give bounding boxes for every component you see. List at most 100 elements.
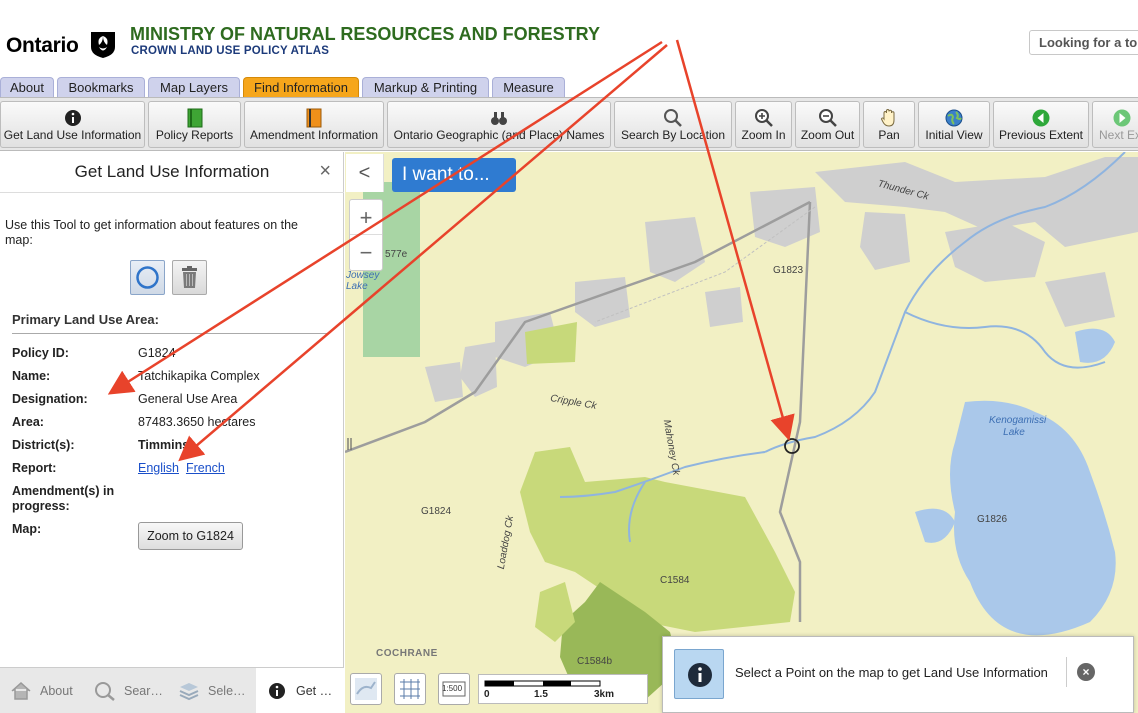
info-icon <box>674 649 724 699</box>
zoom-in-button[interactable]: Zoom In <box>735 101 792 148</box>
app-window: Ontario MINISTRY OF NATURAL RESOURCES AN… <box>0 0 1138 713</box>
district-value: Timmins <box>138 438 190 452</box>
map-view[interactable]: G1823 G1824 G1826 C1584 C1584b 577e Jows… <box>345 152 1138 713</box>
tab-markup-printing[interactable]: Markup & Printing <box>362 77 489 97</box>
zoom-out-button[interactable]: Zoom Out <box>795 101 860 148</box>
policy-id-value: G1824 <box>138 346 176 360</box>
tab-about[interactable]: About <box>0 77 54 97</box>
clear-button[interactable] <box>172 260 207 295</box>
overview-map-icon <box>355 678 377 700</box>
bottom-tab-get-info[interactable]: Get … <box>256 668 344 713</box>
panel-bottom-tabs: About Sear… Sele… Get … <box>0 667 344 713</box>
search-by-location-button[interactable]: Search By Location <box>614 101 732 148</box>
close-icon[interactable]: × <box>1077 663 1095 681</box>
trillium-icon <box>91 32 115 58</box>
designation-label: Designation: <box>12 392 88 406</box>
amendment-info-button[interactable]: Amendment Information <box>244 101 384 148</box>
area-label: Area: <box>12 415 44 429</box>
map-label-c1584: C1584 <box>660 575 690 586</box>
report-label: Report: <box>12 461 57 475</box>
side-panel: Get Land Use Information × Use this Tool… <box>0 152 344 713</box>
scale-bar-graphic <box>484 680 601 687</box>
atlas-subtitle: CROWN LAND USE POLICY ATLAS <box>131 45 330 57</box>
collapse-panel-button[interactable]: < <box>346 154 384 192</box>
map-label-g1823: G1823 <box>773 265 804 276</box>
ministry-title: MINISTRY OF NATURAL RESOURCES AND FOREST… <box>130 24 601 44</box>
book-icon <box>187 108 202 128</box>
tab-bookmarks[interactable]: Bookmarks <box>57 77 145 97</box>
initial-view-button[interactable]: Initial View <box>918 101 990 148</box>
scale-label-3km: 3km <box>594 689 615 700</box>
zoom-out-button-map[interactable]: − <box>350 235 382 270</box>
globe-icon <box>945 109 963 127</box>
report-links: English French <box>138 461 225 475</box>
tab-measure[interactable]: Measure <box>492 77 565 97</box>
zoom-to-policy-button[interactable]: Zoom to G1824 <box>138 522 243 550</box>
pan-button[interactable]: Pan <box>863 101 915 148</box>
info-icon <box>64 110 81 126</box>
overview-map-button[interactable] <box>350 673 382 705</box>
zoom-in-icon <box>754 109 773 127</box>
panel-resize-handle[interactable] <box>345 436 354 452</box>
policy-reports-button[interactable]: Policy Reports <box>148 101 241 148</box>
grip-icon <box>347 438 352 450</box>
next-extent-button[interactable]: Next Extent <box>1092 101 1138 148</box>
get-land-use-button[interactable]: Get Land Use Information <box>0 101 145 148</box>
tab-find-information[interactable]: Find Information <box>243 77 359 97</box>
ontario-logo-text[interactable]: Ontario <box>6 34 79 58</box>
bottom-tab-search[interactable]: Sear… <box>84 668 168 713</box>
district-label: District(s): <box>12 438 75 452</box>
book-orange-icon <box>306 108 322 128</box>
zoom-control: + − <box>349 199 383 271</box>
scale-label-0: 0 <box>484 689 490 700</box>
search-icon <box>664 109 682 127</box>
policy-id-label: Policy ID: <box>12 346 69 360</box>
circle-icon <box>136 266 159 289</box>
forward-arrow-icon <box>1113 109 1131 127</box>
zoom-out-icon <box>818 109 837 127</box>
trash-icon <box>182 266 197 288</box>
draw-point-button[interactable] <box>130 260 165 295</box>
report-english-link[interactable]: English <box>138 461 179 475</box>
i-want-to-menu[interactable]: I want to... <box>392 158 516 192</box>
map-label-jowsey-lake: Jowsey Lake <box>346 270 380 292</box>
toolbar: Get Land Use Information Policy Reports … <box>0 97 1138 151</box>
scale-ratio-button[interactable]: 1:500 <box>438 673 470 705</box>
close-icon[interactable]: × <box>319 160 331 183</box>
map-label: Map: <box>12 522 42 536</box>
search-input[interactable]: Looking for a to <box>1029 30 1138 55</box>
map-label-c1584b: C1584b <box>577 656 613 667</box>
previous-extent-button[interactable]: Previous Extent <box>993 101 1089 148</box>
amendment-label: Amendment(s) in progress: <box>12 484 115 513</box>
layers-icon <box>179 683 199 701</box>
back-arrow-icon <box>1032 109 1050 127</box>
bottom-tab-about[interactable]: About <box>0 668 84 713</box>
report-french-link[interactable]: French <box>186 461 225 475</box>
section-heading: Primary Land Use Area: <box>12 312 159 327</box>
area-value: 87483.3650 hectares <box>138 415 256 429</box>
map-label-kenogamissi-lake: Kenogamissi Lake <box>989 415 1047 438</box>
panel-description: Use this Tool to get information about f… <box>5 218 299 247</box>
search-icon <box>95 682 115 701</box>
zoom-in-button-map[interactable]: + <box>350 200 382 235</box>
map-label-cochrane: COCHRANE <box>376 648 438 659</box>
map-label-g1826: G1826 <box>977 514 1008 525</box>
designation-value: General Use Area <box>138 392 238 406</box>
map-label-g1824: G1824 <box>421 506 452 517</box>
tab-map-layers[interactable]: Map Layers <box>148 77 240 97</box>
main-tabs: About Bookmarks Map Layers Find Informat… <box>0 77 1138 97</box>
place-names-button[interactable]: Ontario Geographic (and Place) Names <box>387 101 611 148</box>
info-message: Select a Point on the map to get Land Us… <box>735 665 1048 680</box>
bottom-tab-select[interactable]: Sele… <box>168 668 256 713</box>
grid-icon <box>400 679 420 699</box>
header: Ontario MINISTRY OF NATURAL RESOURCES AN… <box>0 0 1138 76</box>
map-label-577e: 577e <box>385 249 408 260</box>
panel-title: Get Land Use Information <box>0 152 344 193</box>
info-divider <box>1066 657 1067 687</box>
map-tools: 1:500 <box>350 669 478 709</box>
info-icon <box>269 683 285 699</box>
name-label: Name: <box>12 369 51 383</box>
hand-icon <box>880 108 895 127</box>
scale-ratio-text: 1:500 <box>442 684 463 693</box>
grid-coords-button[interactable] <box>394 673 426 705</box>
